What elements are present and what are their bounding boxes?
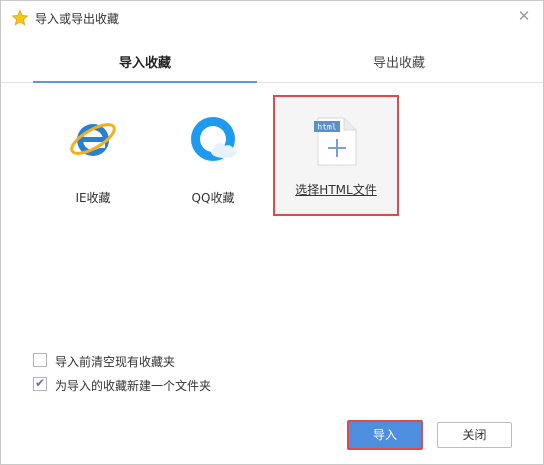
close-icon[interactable]: ✕	[517, 9, 531, 24]
import-export-dialog: 导入或导出收藏 ✕ 导入收藏 导出收藏 IE收藏 QQ收藏 html 选择HTM…	[0, 0, 544, 465]
html-badge: html	[317, 123, 336, 132]
ie-icon	[70, 123, 116, 156]
select-html-file-label: 选择HTML文件	[295, 183, 377, 197]
window-title: 导入或导出收藏	[35, 12, 120, 26]
tab-bar: 导入收藏 导出收藏	[1, 45, 543, 83]
qq-browser-icon	[191, 117, 237, 161]
star-icon	[11, 9, 29, 26]
html-file-add-icon: html	[314, 117, 357, 166]
import-sources: IE收藏 QQ收藏 html 选择HTML文件	[1, 83, 543, 233]
qq-favorites-label: QQ收藏	[191, 191, 235, 205]
new-folder-checkbox[interactable]: ✔	[33, 376, 47, 391]
title-bar: 导入或导出收藏 ✕	[1, 1, 543, 37]
select-html-file-option[interactable]: html 选择HTML文件	[273, 95, 399, 216]
clear-favorites-checkbox[interactable]	[33, 353, 47, 367]
close-button[interactable]: 关闭	[437, 422, 512, 448]
import-button[interactable]: 导入	[347, 420, 423, 450]
tab-import-favorites[interactable]: 导入收藏	[33, 45, 257, 83]
ie-favorites-option[interactable]: IE收藏	[33, 93, 153, 219]
new-folder-label: 为导入的收藏新建一个文件夹	[55, 379, 212, 393]
checkmark-icon: ✔	[35, 376, 46, 390]
ie-favorites-label: IE收藏	[75, 191, 111, 205]
tab-export-favorites[interactable]: 导出收藏	[287, 45, 511, 83]
clear-favorites-label: 导入前清空现有收藏夹	[55, 355, 176, 369]
qq-favorites-option[interactable]: QQ收藏	[153, 93, 273, 219]
